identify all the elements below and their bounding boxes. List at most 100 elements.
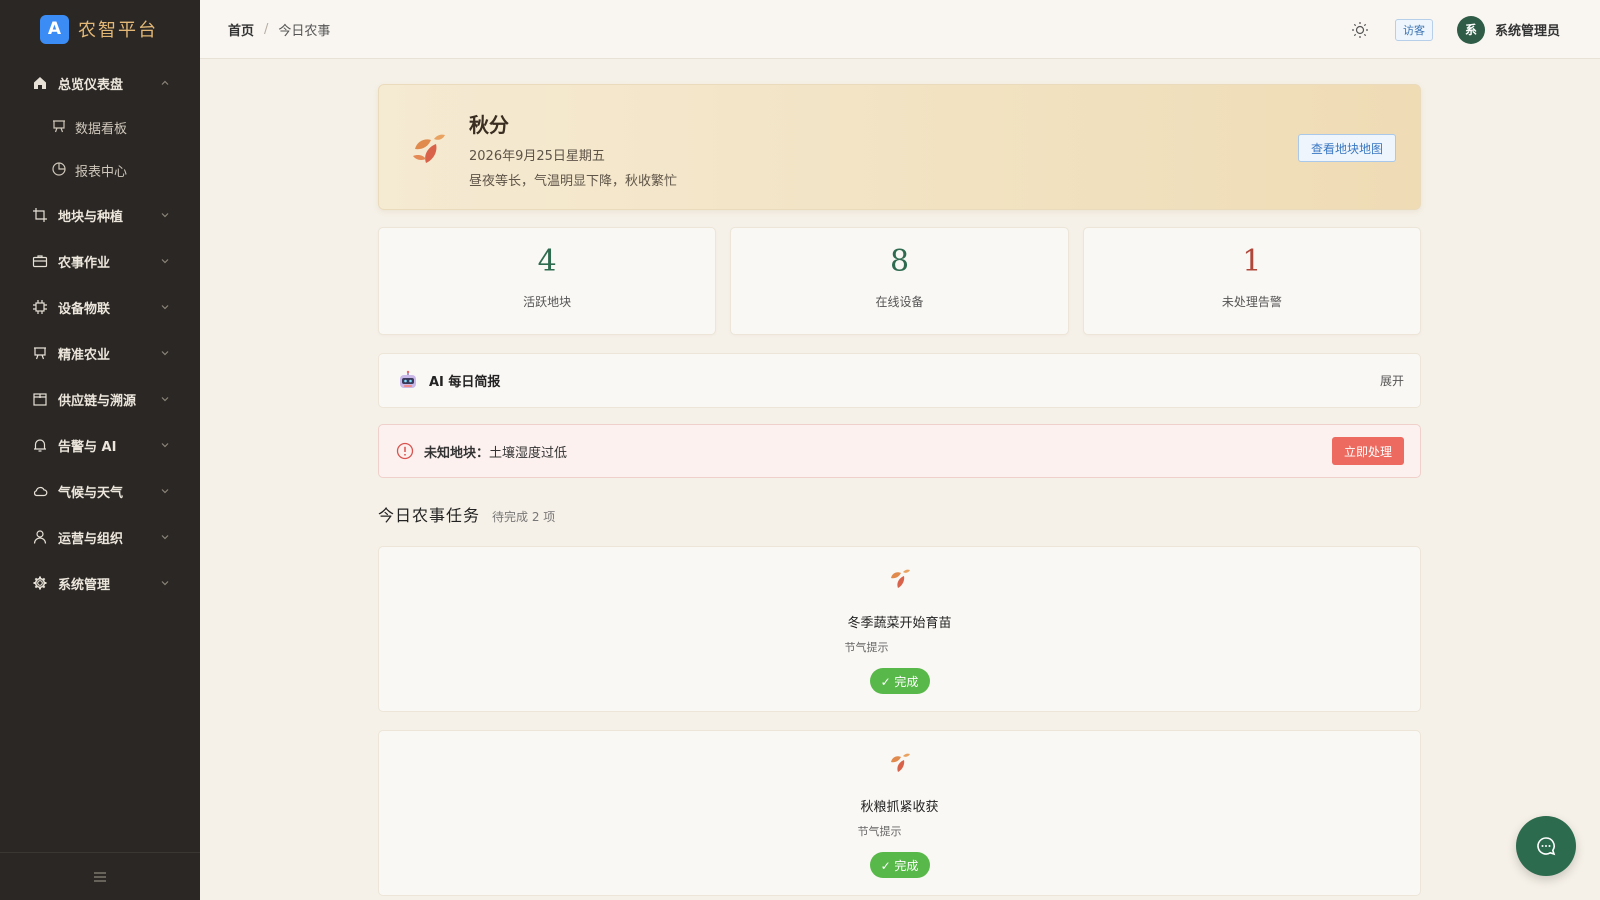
stat-active-fields[interactable]: 4 活跃地块 [378,227,717,335]
solar-term-description: 昼夜等长，气温明显下降，秋收繁忙 [469,174,678,189]
stat-label: 未处理告警 [1221,295,1282,309]
ai-brief-expand-link[interactable]: 展开 [1380,372,1404,389]
brand[interactable]: A 农智平台 [0,0,200,58]
chevron-down-icon [161,581,169,586]
board-icon [51,118,67,138]
sidebar-subitem-report-center[interactable]: 报表中心 [0,149,200,192]
theme-toggle-button[interactable] [1349,19,1371,41]
brand-logo: A [40,14,69,44]
user-name[interactable]: 系统管理员 [1495,20,1560,39]
breadcrumb-current: 今日农事 [278,23,331,39]
chevron-up-icon [161,80,169,85]
stat-value: 8 [889,244,910,279]
sidebar-item-supply-chain[interactable]: 供应链与溯源 [0,376,200,422]
chevron-down-icon [161,443,169,448]
task-complete-button[interactable]: ✓ 完成 [869,668,930,694]
breadcrumb-home[interactable]: 首页 [228,20,254,39]
ai-brief-title: AI 每日简报 [429,375,501,390]
task-name: 冬季蔬菜开始育苗 [847,616,952,631]
top-header: 首页 / 今日农事 访客 系 系统管理员 [200,0,1600,59]
crop-icon [31,206,49,224]
alert-circle-icon [396,442,414,460]
chevron-down-icon [161,397,169,402]
chat-bubble-icon [1537,837,1556,856]
leaf-icon [890,569,910,588]
view-field-map-button[interactable]: 查看地块地图 [1297,134,1396,162]
gear-icon [31,574,49,592]
sidebar-item-label: 系统管理 [58,577,111,593]
sidebar-collapse-button[interactable] [0,852,200,900]
sidebar: A 农智平台 总览仪表盘 数据看板 报表中心 地块与种植 农事作业 设备物联 精… [0,0,200,900]
stat-value: 4 [537,244,557,279]
chevron-down-icon [161,489,169,494]
task-complete-button[interactable]: ✓ 完成 [869,852,930,878]
alert-banner: 未知地块：土壤湿度过低 立即处理 [378,424,1421,478]
handle-now-button[interactable]: 立即处理 [1331,437,1404,465]
sidebar-item-dashboard[interactable]: 总览仪表盘 [0,60,200,106]
package-icon [31,390,49,408]
briefcase-icon [31,252,49,270]
sidebar-item-label: 运营与组织 [58,531,124,547]
stat-value: 1 [1242,244,1262,279]
header-actions: 访客 系 系统管理员 [1349,0,1560,59]
bell-icon [31,436,49,454]
chevron-down-icon [161,535,169,540]
sidebar-item-label: 总览仪表盘 [58,77,124,93]
tasks-header: 今日农事任务 待完成 2 项 [378,502,1421,526]
stat-label: 在线设备 [875,295,924,309]
sidebar-item-system[interactable]: 系统管理 [0,560,200,606]
breadcrumb: 首页 / 今日农事 [228,20,330,39]
stat-unhandled-alerts[interactable]: 1 未处理告警 [1082,227,1421,335]
pie-icon [51,161,67,181]
alert-message: 土壤湿度过低 [489,445,568,461]
cloud-icon [31,482,49,500]
ai-daily-brief: AI 每日简报 展开 [378,353,1421,408]
main-content: 秋分 2026年9月25日星期五 昼夜等长，气温明显下降，秋收繁忙 查看地块地图… [378,84,1421,896]
chip-icon [31,298,49,316]
robot-icon [400,370,416,388]
chevron-down-icon [161,259,169,264]
task-name: 秋粮抓紧收获 [860,800,939,815]
sidebar-item-alerts-ai[interactable]: 告警与 AI [0,422,200,468]
guest-badge: 访客 [1394,18,1433,41]
stat-online-devices[interactable]: 8 在线设备 [730,227,1069,335]
avatar[interactable]: 系 [1456,15,1485,44]
chevron-down-icon [161,213,169,218]
menu-icon [94,871,106,882]
alert-text: 未知地块：土壤湿度过低 [424,442,1332,461]
sidebar-item-climate[interactable]: 气候与天气 [0,468,200,514]
solar-term-title: 秋分 [469,113,509,137]
sidebar-item-label: 告警与 AI [58,439,117,455]
sidebar-item-fields[interactable]: 地块与种植 [0,192,200,238]
task-card: 冬季蔬菜开始育苗 节气提示 ✓ 完成 [378,546,1421,712]
chevron-down-icon [161,351,169,356]
breadcrumb-separator: / [264,21,269,37]
sidebar-item-label: 供应链与溯源 [58,393,137,409]
sidebar-item-label: 精准农业 [58,347,111,363]
board-icon [31,344,49,362]
solar-term-date: 2026年9月25日星期五 [469,149,605,164]
task-meta-wrap: 节气提示 [845,631,955,655]
stats-row: 4 活跃地块 8 在线设备 1 未处理告警 [378,227,1421,335]
tasks-title: 今日农事任务 [378,506,481,525]
sidebar-item-label: 气候与天气 [58,485,124,501]
leaf-icon [890,753,910,772]
sidebar-item-precision[interactable]: 精准农业 [0,330,200,376]
sidebar-item-label: 设备物联 [58,301,111,317]
sidebar-item-iot[interactable]: 设备物联 [0,284,200,330]
alert-field-name: 未知地块： [424,445,490,461]
chat-assistant-button[interactable] [1516,816,1576,876]
home-icon [31,74,49,92]
solar-term-card: 秋分 2026年9月25日星期五 昼夜等长，气温明显下降，秋收繁忙 查看地块地图 [378,84,1421,210]
task-card: 秋粮抓紧收获 节气提示 ✓ 完成 [378,730,1421,896]
leaf-icon [413,134,445,163]
brand-name: 农智平台 [78,20,158,41]
sidebar-subitem-label: 数据看板 [75,122,128,137]
sidebar-item-label: 地块与种植 [58,209,124,225]
task-meta: 节气提示 [844,641,889,654]
sidebar-item-farm-work[interactable]: 农事作业 [0,238,200,284]
task-meta-wrap: 节气提示 [858,815,942,839]
task-meta: 节气提示 [857,825,902,838]
sidebar-subitem-data-board[interactable]: 数据看板 [0,106,200,149]
sidebar-item-operations[interactable]: 运营与组织 [0,514,200,560]
